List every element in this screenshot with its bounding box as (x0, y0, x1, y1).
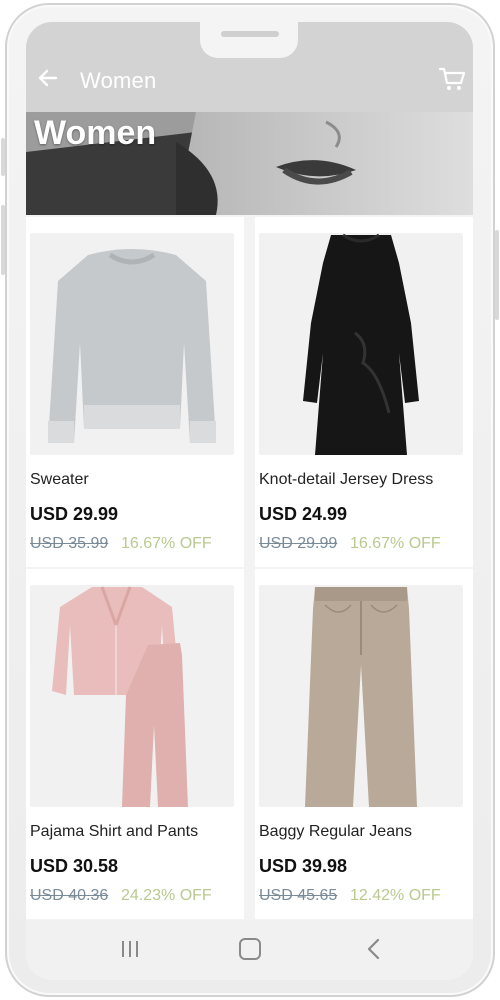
cart-icon[interactable] (438, 66, 466, 92)
product-card[interactable]: Sweater USD 29.99 USD 35.99 16.67% OFF (26, 217, 244, 567)
volume-button (1, 138, 5, 176)
original-price: USD 45.65 (259, 887, 338, 904)
back-arrow-icon[interactable] (36, 66, 60, 90)
product-price: USD 30.58 (30, 856, 119, 876)
discount-badge: 16.67% OFF (121, 535, 212, 552)
discount-badge: 12.42% OFF (350, 887, 441, 904)
speaker-grille (221, 31, 279, 37)
original-price: USD 40.36 (30, 887, 109, 904)
volume-button-2 (1, 205, 5, 275)
product-image (259, 233, 463, 455)
product-card[interactable]: Pajama Shirt and Pants USD 30.58 USD 40.… (26, 569, 244, 919)
original-price: USD 29.99 (259, 535, 338, 552)
product-name: Sweater (30, 471, 89, 488)
product-image (259, 585, 463, 807)
discount-badge: 16.67% OFF (350, 535, 441, 552)
product-name: Pajama Shirt and Pants (30, 823, 199, 840)
category-banner: Women (26, 112, 473, 215)
recent-apps-icon[interactable] (120, 940, 140, 958)
product-card[interactable]: Baggy Regular Jeans USD 39.98 USD 45.65 … (255, 569, 473, 919)
discount-badge: 24.23% OFF (121, 887, 212, 904)
product-price: USD 24.99 (259, 504, 348, 524)
product-price: USD 39.98 (259, 856, 348, 876)
system-nav-bar (26, 920, 473, 980)
banner-title: Women (34, 114, 157, 152)
back-icon[interactable] (364, 938, 384, 960)
app-screen: Women Women Sweater USD 29.99 USD 35.99 … (26, 22, 473, 980)
product-name: Knot-detail Jersey Dress (259, 471, 434, 488)
home-icon[interactable] (239, 938, 261, 960)
page-title: Women (80, 68, 157, 93)
product-image (30, 585, 234, 807)
camera-notch (200, 22, 298, 58)
product-name: Baggy Regular Jeans (259, 823, 412, 840)
product-image (30, 233, 234, 455)
original-price: USD 35.99 (30, 535, 109, 552)
product-card[interactable]: Knot-detail Jersey Dress USD 24.99 USD 2… (255, 217, 473, 567)
product-price: USD 29.99 (30, 504, 119, 524)
power-button (495, 230, 499, 320)
